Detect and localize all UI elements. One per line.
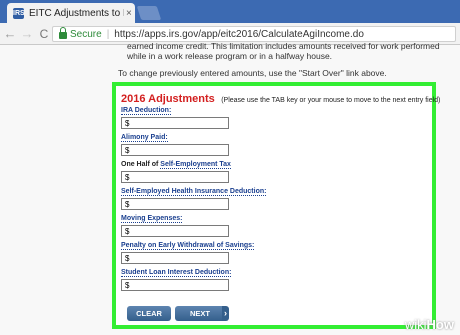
close-tab-icon[interactable]: ×	[126, 8, 132, 19]
student-loan-link[interactable]: Student Loan Interest Deduction:	[121, 269, 232, 277]
url-text[interactable]: https://apps.irs.gov/app/eitc2016/Calcul…	[114, 29, 364, 40]
moving-expenses-label: Moving Expenses:	[121, 215, 183, 223]
alimony-paid-link[interactable]: Alimony Paid:	[121, 134, 168, 142]
irs-favicon-icon: IRS	[13, 7, 25, 19]
health-insurance-input[interactable]: $	[121, 198, 229, 210]
browser-tab[interactable]: IRS EITC Adjustments to Inc ×	[7, 3, 135, 23]
start-over-note: To change previously entered amounts, us…	[118, 68, 387, 78]
early-withdrawal-label: Penalty on Early Withdrawal of Savings:	[121, 242, 255, 250]
health-insurance-label: Self-Employed Health Insurance Deduction…	[121, 188, 267, 196]
alimony-paid-input[interactable]: $	[121, 144, 229, 156]
address-separator: |	[106, 28, 110, 40]
wikihow-watermark: wikiHow	[404, 317, 454, 332]
new-tab-button[interactable]	[136, 6, 162, 20]
ira-deduction-link[interactable]: IRA Deduction:	[121, 107, 172, 115]
early-withdrawal-input[interactable]: $	[121, 252, 229, 264]
self-employment-tax-input[interactable]: $	[121, 171, 229, 183]
moving-expenses-link[interactable]: Moving Expenses:	[121, 215, 183, 223]
intro-paragraph: earned income credit. This limitation in…	[127, 41, 440, 61]
page-content: earned income credit. This limitation in…	[0, 41, 460, 335]
health-insurance-link[interactable]: Self-Employed Health Insurance Deduction…	[121, 188, 267, 196]
adjustments-heading: 2016 Adjustments	[121, 93, 215, 105]
ira-deduction-label: IRA Deduction:	[121, 107, 172, 115]
tab-instruction: (Please use the TAB key or your mouse to…	[221, 97, 441, 104]
browser-titlebar: IRS EITC Adjustments to Inc ×	[0, 0, 460, 23]
forward-arrow-icon[interactable]: →	[20, 26, 34, 41]
student-loan-input[interactable]: $	[121, 279, 229, 291]
ira-deduction-input[interactable]: $	[121, 117, 229, 129]
adjustments-heading-row: 2016 Adjustments (Please use the TAB key…	[121, 89, 440, 107]
moving-expenses-input[interactable]: $	[121, 225, 229, 237]
self-employment-tax-link[interactable]: Self-Employment Tax	[160, 161, 231, 169]
lock-icon	[59, 27, 67, 39]
address-bar[interactable]: Secure | https://apps.irs.gov/app/eitc20…	[52, 26, 456, 42]
student-loan-label: Student Loan Interest Deduction:	[121, 269, 232, 277]
self-employment-tax-label: One Half of Self-Employment Tax	[121, 161, 231, 169]
tab-title: EITC Adjustments to Inc	[29, 7, 124, 19]
early-withdrawal-link[interactable]: Penalty on Early Withdrawal of Savings:	[121, 242, 255, 250]
chevron-right-icon[interactable]: ›	[222, 306, 229, 321]
reload-icon[interactable]: C	[37, 27, 51, 41]
next-button[interactable]: NEXT	[175, 306, 225, 321]
secure-label: Secure	[70, 28, 102, 40]
clear-button[interactable]: CLEAR	[127, 306, 171, 321]
back-arrow-icon[interactable]: ←	[3, 26, 17, 41]
adjustments-panel: 2016 Adjustments (Please use the TAB key…	[112, 82, 440, 329]
alimony-paid-label: Alimony Paid:	[121, 134, 168, 142]
